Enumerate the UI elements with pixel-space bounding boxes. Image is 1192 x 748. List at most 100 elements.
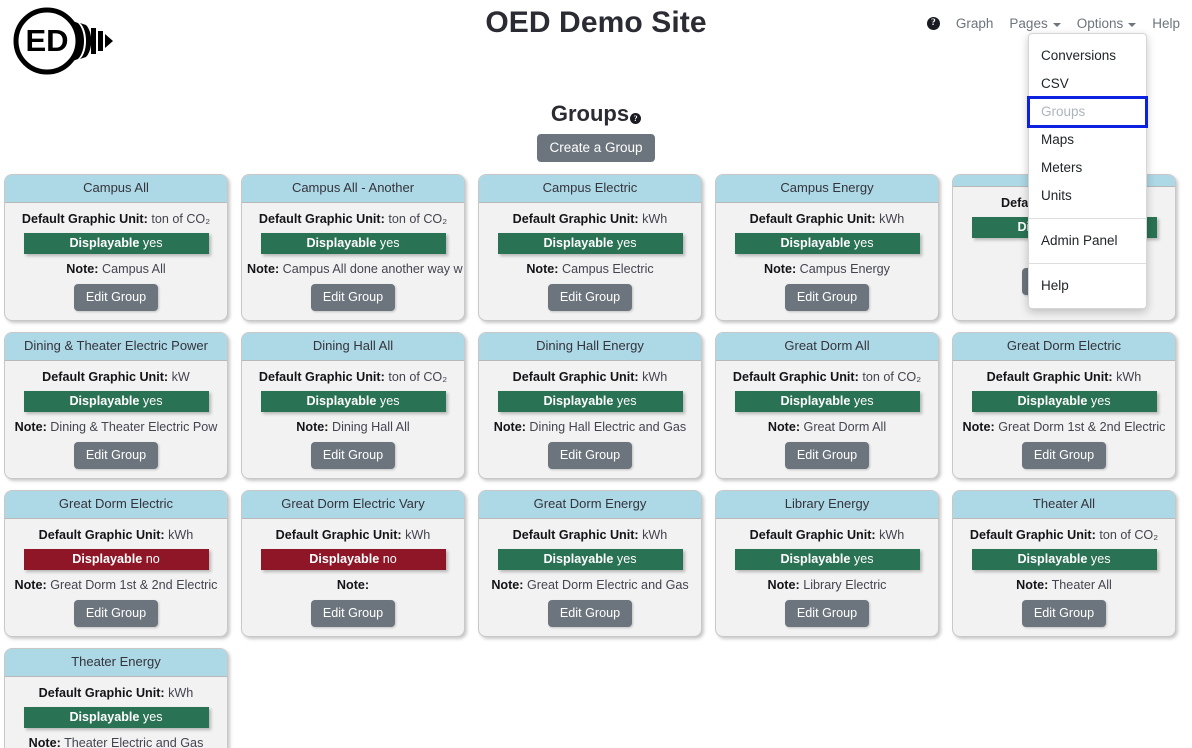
displayable-value: yes [1087,552,1111,566]
group-default-graphic-unit: Default Graphic Unit: ton of CO₂ [5,211,227,227]
group-card: Dining & Theater Electric Power Default G… [4,332,228,479]
note-label: Note: [247,262,280,276]
displayable-label: Displayable [69,236,140,250]
group-note: Note: Library Electric [716,577,938,593]
note-label: Note: [764,262,797,276]
unit-value: kWh [164,528,194,542]
note-label: Note: [14,578,47,592]
nav-item-graph[interactable]: Graph [956,16,994,31]
edit-group-button[interactable]: Edit Group [784,600,870,627]
note-label: Note: [767,420,801,434]
edit-group-button[interactable]: Edit Group [547,600,633,627]
unit-label: Default Graphic Unit: [749,528,876,542]
unit-value: ton of CO₂ [384,212,448,226]
unit-value: kWh [875,528,905,542]
dropdown-item-help[interactable]: Help [1029,272,1146,300]
displayable-value: yes [139,394,163,408]
group-card-title: Theater All [953,491,1175,519]
dropdown-item-groups: Groups [1027,96,1148,128]
group-card: Great Dorm Electric Default Graphic Unit:… [4,490,228,637]
dropdown-item-csv[interactable]: CSV [1029,70,1146,98]
note-label: Note: [296,420,329,434]
groups-grid: Campus All Default Graphic Unit: ton of C… [0,174,1192,748]
note-label: Note: [66,262,99,276]
nav-item-pages[interactable]: Pages [1009,16,1061,31]
chevron-down-icon [1128,22,1137,27]
note-value: Theater All [1048,578,1112,592]
edit-group-button[interactable]: Edit Group [73,442,159,469]
dropdown-item-maps[interactable]: Maps [1029,126,1146,154]
group-card-title: Great Dorm Electric Vary [242,491,464,519]
unit-label: Default Graphic Unit: [38,528,165,542]
note-value: Great Dorm Electric and Gas [523,578,689,592]
page-title: Groups? [551,100,642,128]
nav-label-options: Options [1076,16,1124,31]
group-card: Campus Electric Default Graphic Unit: kWh… [478,174,702,321]
unit-label: Default Graphic Unit: [986,370,1113,384]
note-label: Note: [767,578,800,592]
nav-label-pages: Pages [1009,16,1048,31]
unit-label: Default Graphic Unit: [512,370,639,384]
displayable-value: yes [376,236,400,250]
edit-group-button[interactable]: Edit Group [310,442,396,469]
group-note: Note: Campus All [5,261,227,277]
dropdown-item-units[interactable]: Units [1029,182,1146,210]
nav-item-help[interactable]: Help [1152,16,1180,31]
dropdown-item-admin-panel[interactable]: Admin Panel [1029,227,1146,255]
edit-group-button[interactable]: Edit Group [547,442,633,469]
note-value: Great Dorm All [800,420,887,434]
nav-item-options[interactable]: Options [1077,16,1137,31]
group-card-title: Great Dorm All [716,333,938,361]
group-card: Great Dorm Energy Default Graphic Unit: k… [478,490,702,637]
question-circle-icon[interactable]: ? [630,113,642,124]
unit-label: Default Graphic Unit: [732,370,859,384]
displayable-value: yes [1087,394,1111,408]
group-card-title: Campus All [5,175,227,203]
note-label: Note: [1016,578,1049,592]
note-label: Note: [962,420,995,434]
group-note: Note: Campus Energy [716,261,938,277]
note-value: Dining Hall All [328,420,410,434]
note-label: Note: [491,578,524,592]
pages-dropdown-menu: Conversions CSV Groups Maps Meters Units Admin… [1027,33,1148,309]
create-group-button[interactable]: Create a Group [537,134,655,162]
group-card-title: Campus Electric [479,175,701,203]
displayable-badge: Displayable yes [971,391,1157,412]
displayable-badge: Displayable yes [497,549,683,570]
unit-value: kWh [401,528,431,542]
note-value: Library Electric [799,578,887,592]
edit-group-button[interactable]: Edit Group [547,284,633,311]
unit-label: Default Graphic Unit: [38,686,165,700]
group-default-graphic-unit: Default Graphic Unit: kWh [479,211,701,227]
group-default-graphic-unit: Default Graphic Unit: ton of CO₂ [953,527,1175,543]
unit-value: kW [168,370,190,384]
edit-group-button[interactable]: Edit Group [1021,600,1107,627]
displayable-badge: Displayable yes [23,233,209,254]
edit-group-button[interactable]: Edit Group [1021,442,1107,469]
edit-group-button[interactable]: Edit Group [310,284,396,311]
displayable-value: yes [613,236,637,250]
group-card: Great Dorm Electric Vary Default Graphic … [241,490,465,637]
edit-group-button[interactable]: Edit Group [784,442,870,469]
edit-group-button[interactable]: Edit Group [784,284,870,311]
group-default-graphic-unit: Default Graphic Unit: kWh [242,527,464,543]
group-card: Theater All Default Graphic Unit: ton of … [952,490,1176,637]
edit-group-button[interactable]: Edit Group [73,600,159,627]
displayable-value: yes [850,552,874,566]
question-circle-icon[interactable]: ? [926,17,940,30]
displayable-badge: Displayable yes [971,549,1157,570]
displayable-badge: Displayable yes [734,391,920,412]
note-value: Campus Energy [796,262,890,276]
group-card-title: Great Dorm Energy [479,491,701,519]
displayable-label: Displayable [72,552,143,566]
dropdown-item-meters[interactable]: Meters [1029,154,1146,182]
unit-label: Default Graphic Unit: [749,212,876,226]
group-note: Note: Theater All [953,577,1175,593]
note-label: Note: [493,420,526,434]
unit-value: kWh [638,528,668,542]
group-card-title: Dining Hall All [242,333,464,361]
dropdown-item-conversions[interactable]: Conversions [1029,42,1146,70]
edit-group-button[interactable]: Edit Group [310,600,396,627]
edit-group-button[interactable]: Edit Group [73,284,159,311]
displayable-badge: Displayable yes [497,391,683,412]
